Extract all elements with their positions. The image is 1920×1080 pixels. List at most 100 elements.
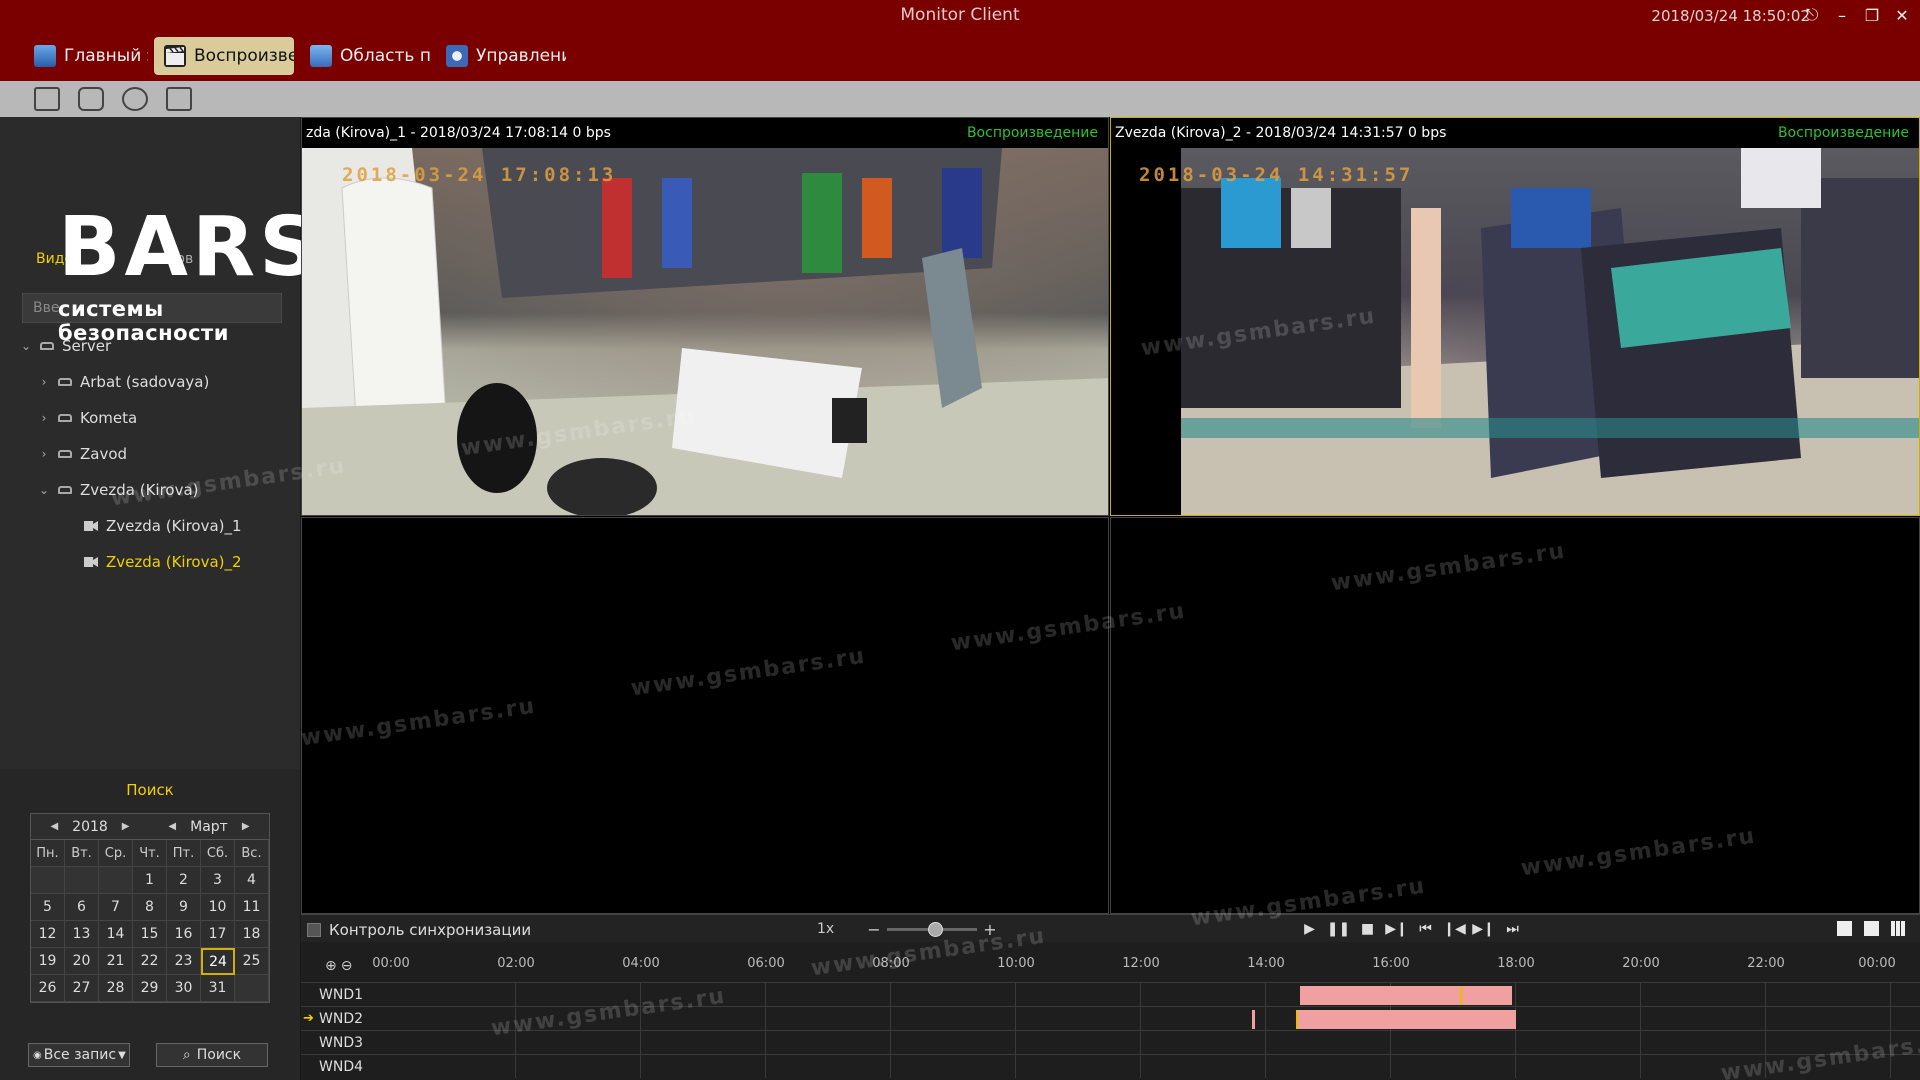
calendar-day[interactable]: 14 <box>99 921 133 948</box>
tree-node-zavod[interactable]: › Zavod <box>38 441 127 467</box>
chevron-down-icon[interactable]: ⌄ <box>38 483 50 497</box>
title-bar: Monitor Client 2018/03/24 18:50:02 ⎋ – ❐… <box>0 0 1920 81</box>
recording-segment[interactable] <box>1252 1010 1255 1029</box>
video-frame[interactable]: 2018-03-24 17:08:13 <box>302 148 1108 515</box>
play-icon[interactable]: ▶ <box>1301 919 1318 939</box>
year-next-button[interactable]: ▶ <box>122 821 130 832</box>
year-prev-button[interactable]: ◀ <box>50 821 58 832</box>
window-select-icon[interactable] <box>34 87 60 111</box>
calendar-day[interactable]: 1 <box>133 867 167 894</box>
tree-node-arbat[interactable]: › Arbat (sadovaya) <box>38 369 210 395</box>
record-type-select[interactable]: ◉ Все запис ▼ <box>28 1043 130 1067</box>
calendar-day[interactable]: 10 <box>201 894 235 921</box>
calendar-day[interactable]: 16 <box>167 921 201 948</box>
calendar-day[interactable]: 13 <box>65 921 99 948</box>
timeline-row-wnd3[interactable]: WND3 <box>301 1030 1920 1054</box>
skip-forward-icon[interactable]: ⏭ <box>1504 919 1521 939</box>
layout-1-icon[interactable] <box>1837 921 1852 936</box>
tab-area[interactable]: Область пр <box>300 37 430 75</box>
camera-icon <box>84 557 98 567</box>
calendar-day[interactable]: 27 <box>65 975 99 1002</box>
search-button[interactable]: ⌕ Поиск <box>156 1043 268 1067</box>
video-pane-4[interactable] <box>1110 517 1920 914</box>
chevron-right-icon[interactable]: › <box>38 411 50 425</box>
chevron-down-icon[interactable]: ⌄ <box>20 339 32 353</box>
calendar-day[interactable]: 31 <box>201 975 235 1002</box>
calendar-day[interactable]: 4 <box>235 867 269 894</box>
tab-main-screen[interactable]: Главный эк <box>24 37 148 75</box>
sync-checkbox[interactable] <box>307 923 321 937</box>
timeline[interactable]: ⊕ ⊖ 00:00 02:00 04:00 06:00 08:00 10:00 12:00 1… <box>301 942 1920 1080</box>
video-pane-2[interactable]: Zvezda (Kirova)_2 - 2018/03/24 14:31:57 … <box>1110 117 1920 516</box>
calendar-day[interactable]: 28 <box>99 975 133 1002</box>
tree-node-kometa[interactable]: › Kometa <box>38 405 138 431</box>
calendar-day[interactable]: 22 <box>133 948 167 975</box>
tab-control[interactable]: Управлени <box>436 37 566 75</box>
calendar-day[interactable]: 24 <box>201 948 235 975</box>
calendar-day[interactable]: 9 <box>167 894 201 921</box>
layout-9-icon[interactable] <box>1891 921 1906 936</box>
video-timestamp: 2018-03-24 14:31:57 <box>1139 164 1414 186</box>
frame-forward-icon[interactable]: ▶❙ <box>1472 919 1495 939</box>
calendar-day[interactable]: 2 <box>167 867 201 894</box>
row-grid <box>391 983 1920 1006</box>
month-next-button[interactable]: ▶ <box>242 821 250 832</box>
slider-knob[interactable] <box>928 921 944 937</box>
stop-icon[interactable]: ■ <box>1359 919 1376 939</box>
calendar-day[interactable]: 30 <box>167 975 201 1002</box>
video-pane-1[interactable]: zda (Kirova)_1 - 2018/03/24 17:08:14 0 b… <box>301 117 1109 516</box>
calendar-day[interactable]: 8 <box>133 894 167 921</box>
sync-control[interactable]: Контроль синхронизации <box>307 921 531 939</box>
slider-track[interactable] <box>887 921 977 937</box>
tree-node-camera-1[interactable]: Zvezda (Kirova)_1 <box>84 513 242 539</box>
pause-icon[interactable]: ❚❚ <box>1327 919 1350 939</box>
calendar-day[interactable]: 6 <box>65 894 99 921</box>
calendar-day[interactable]: 5 <box>31 894 65 921</box>
video-frame[interactable]: 2018-03-24 14:31:57 <box>1111 148 1919 515</box>
calendar-day[interactable]: 3 <box>201 867 235 894</box>
close-button[interactable]: ✕ <box>1892 4 1912 26</box>
calendar-day[interactable]: 18 <box>235 921 269 948</box>
restore-button[interactable]: ❐ <box>1862 4 1882 26</box>
calendar-day[interactable]: 25 <box>235 948 269 975</box>
calendar-day[interactable]: 29 <box>133 975 167 1002</box>
group-icon <box>58 414 72 422</box>
timeline-row-wnd2[interactable]: ➔ WND2 <box>301 1006 1920 1030</box>
speed-plus-button[interactable]: + <box>983 920 997 939</box>
frame-back-icon[interactable]: ❙◀ <box>1443 919 1466 939</box>
speed-slider[interactable]: − + <box>867 919 997 939</box>
calendar-day[interactable]: 15 <box>133 921 167 948</box>
tree-node-zvezda[interactable]: ⌄ Zvezda (Kirova) <box>38 477 199 503</box>
camera-snapshot-icon[interactable] <box>78 87 104 111</box>
timeline-row-wnd1[interactable]: WND1 <box>301 982 1920 1006</box>
calendar-day[interactable]: 20 <box>65 948 99 975</box>
speed-minus-button[interactable]: − <box>867 920 881 939</box>
step-forward-icon[interactable]: ▶❙ <box>1385 919 1408 939</box>
timeline-row-wnd4[interactable]: WND4 <box>301 1054 1920 1078</box>
month-prev-button[interactable]: ◀ <box>168 821 176 832</box>
calendar-day[interactable]: 19 <box>31 948 65 975</box>
chevron-right-icon[interactable]: › <box>38 375 50 389</box>
calendar-day[interactable]: 11 <box>235 894 269 921</box>
calendar-day[interactable]: 12 <box>31 921 65 948</box>
calendar-day[interactable]: 17 <box>201 921 235 948</box>
minimize-button[interactable]: – <box>1832 4 1852 26</box>
fullscreen-icon[interactable] <box>166 87 192 111</box>
logout-icon[interactable]: ⎋ <box>1802 4 1822 26</box>
record-reel-icon[interactable] <box>122 87 148 111</box>
tab-playback[interactable]: Воспроизве <box>154 37 294 75</box>
calendar-day[interactable]: 7 <box>99 894 133 921</box>
calendar-empty-cell <box>65 867 99 894</box>
recording-segment[interactable] <box>1300 986 1512 1005</box>
skip-back-icon[interactable]: ⏮ <box>1417 919 1434 939</box>
video-pane-3[interactable] <box>301 517 1109 914</box>
search-actions: ◉ Все запис ▼ ⌕ Поиск <box>28 1043 268 1067</box>
calendar-day[interactable]: 21 <box>99 948 133 975</box>
chevron-right-icon[interactable]: › <box>38 447 50 461</box>
calendar-day[interactable]: 23 <box>167 948 201 975</box>
layout-4-icon[interactable] <box>1864 921 1879 936</box>
tree-node-camera-2[interactable]: Zvezda (Kirova)_2 <box>84 549 242 575</box>
calendar-day[interactable]: 26 <box>31 975 65 1002</box>
video-timestamp: 2018-03-24 17:08:13 <box>342 164 617 186</box>
recording-segment[interactable] <box>1296 1010 1516 1029</box>
